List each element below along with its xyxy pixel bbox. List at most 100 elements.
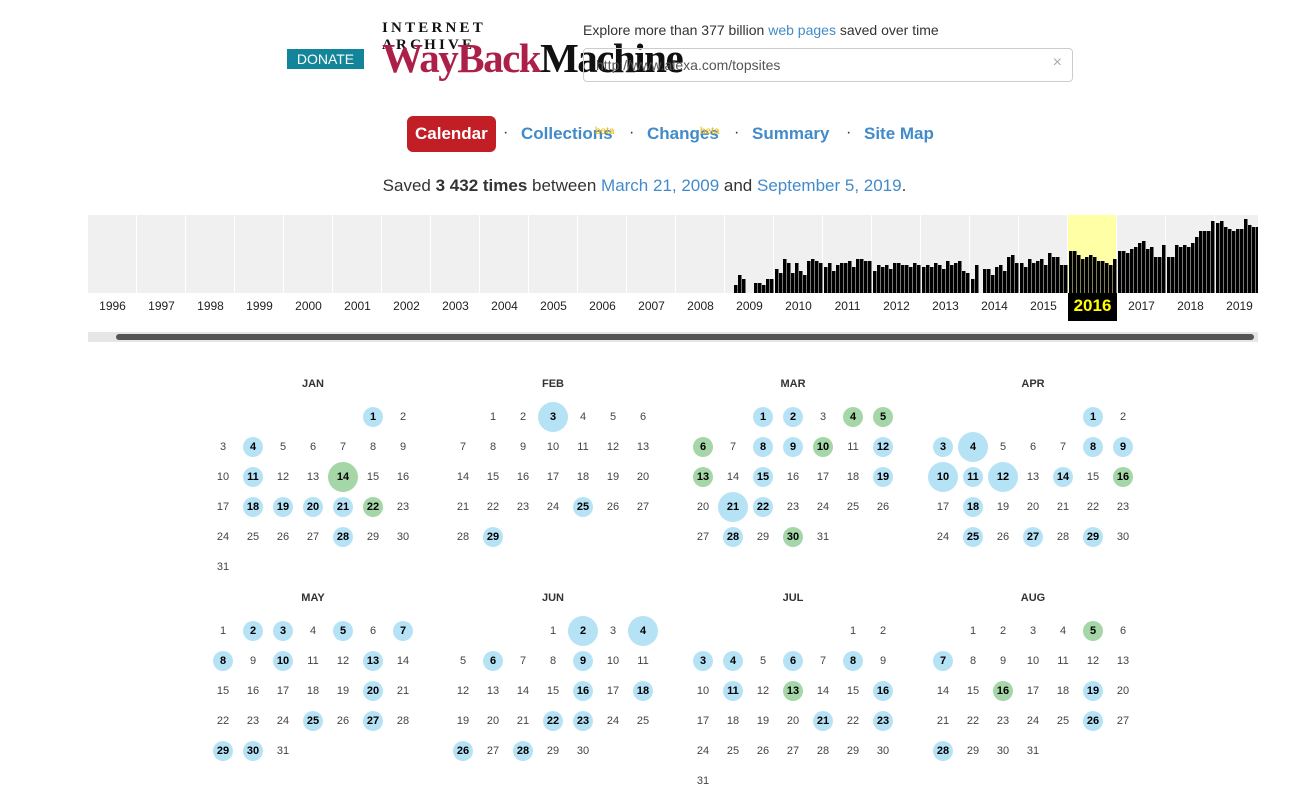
calendar-day[interactable]: 20: [298, 492, 328, 522]
calendar-day[interactable]: 27: [1018, 522, 1048, 552]
calendar-day[interactable]: 26: [1078, 706, 1108, 736]
calendar-day[interactable]: 21: [718, 492, 748, 522]
calendar-day[interactable]: 29: [208, 736, 238, 766]
year-label-2007[interactable]: 2007: [627, 293, 676, 321]
calendar-day[interactable]: 3: [928, 432, 958, 462]
year-label-1997[interactable]: 1997: [137, 293, 186, 321]
calendar-day[interactable]: 14: [1048, 462, 1078, 492]
year-label-2013[interactable]: 2013: [921, 293, 970, 321]
clear-icon[interactable]: ×: [1053, 54, 1062, 72]
calendar-day[interactable]: 23: [568, 706, 598, 736]
calendar-day[interactable]: 2: [778, 402, 808, 432]
year-column-1996[interactable]: [88, 215, 136, 293]
calendar-day[interactable]: 13: [688, 462, 718, 492]
calendar-day[interactable]: 22: [748, 492, 778, 522]
calendar-day[interactable]: 1: [358, 402, 388, 432]
calendar-day[interactable]: 18: [628, 676, 658, 706]
calendar-day[interactable]: 25: [958, 522, 988, 552]
calendar-day[interactable]: 5: [328, 616, 358, 646]
calendar-day[interactable]: 28: [328, 522, 358, 552]
tab-changes[interactable]: Changes beta: [647, 116, 719, 152]
calendar-day[interactable]: 9: [1108, 432, 1138, 462]
calendar-day[interactable]: 25: [298, 706, 328, 736]
calendar-day[interactable]: 3: [268, 616, 298, 646]
calendar-day[interactable]: 3: [538, 402, 568, 432]
calendar-day[interactable]: 10: [808, 432, 838, 462]
calendar-day[interactable]: 28: [718, 522, 748, 552]
year-label-2015[interactable]: 2015: [1019, 293, 1068, 321]
calendar-day[interactable]: 28: [928, 736, 958, 766]
wayback-logo[interactable]: INTERNET ARCHIVE WayBackMachine: [382, 20, 684, 88]
year-label-2012[interactable]: 2012: [872, 293, 921, 321]
calendar-day[interactable]: 2: [568, 616, 598, 646]
calendar-day[interactable]: 5: [1078, 616, 1108, 646]
year-label-2005[interactable]: 2005: [529, 293, 578, 321]
calendar-day[interactable]: 28: [508, 736, 538, 766]
calendar-day[interactable]: 29: [478, 522, 508, 552]
year-column-2002[interactable]: [382, 215, 430, 293]
year-label-2011[interactable]: 2011: [823, 293, 872, 321]
calendar-day[interactable]: 18: [958, 492, 988, 522]
year-column-2008[interactable]: [676, 215, 724, 293]
year-label-2001[interactable]: 2001: [333, 293, 382, 321]
calendar-day[interactable]: 19: [868, 462, 898, 492]
year-label-1996[interactable]: 1996: [88, 293, 137, 321]
year-column-1998[interactable]: [186, 215, 234, 293]
capture-sparkline[interactable]: [88, 215, 1258, 293]
calendar-day[interactable]: 8: [838, 646, 868, 676]
calendar-day[interactable]: 12: [868, 432, 898, 462]
calendar-day[interactable]: 16: [868, 676, 898, 706]
calendar-day[interactable]: 8: [1078, 432, 1108, 462]
year-column-1997[interactable]: [137, 215, 185, 293]
year-label-2018[interactable]: 2018: [1166, 293, 1215, 321]
calendar-day[interactable]: 25: [568, 492, 598, 522]
calendar-day[interactable]: 13: [778, 676, 808, 706]
year-column-2005[interactable]: [529, 215, 577, 293]
calendar-day[interactable]: 29: [1078, 522, 1108, 552]
calendar-day[interactable]: 7: [928, 646, 958, 676]
calendar-day[interactable]: 23: [868, 706, 898, 736]
calendar-day[interactable]: 8: [748, 432, 778, 462]
calendar-day[interactable]: 13: [358, 646, 388, 676]
year-label-2010[interactable]: 2010: [774, 293, 823, 321]
calendar-day[interactable]: 10: [268, 646, 298, 676]
calendar-day[interactable]: 12: [988, 462, 1018, 492]
calendar-day[interactable]: 8: [208, 646, 238, 676]
calendar-day[interactable]: 11: [958, 462, 988, 492]
last-capture-link[interactable]: September 5, 2019: [757, 176, 902, 195]
web-pages-link[interactable]: web pages: [768, 22, 836, 38]
donate-button[interactable]: DONATE: [287, 49, 364, 69]
year-label-2000[interactable]: 2000: [284, 293, 333, 321]
year-column-2009[interactable]: [725, 215, 773, 293]
calendar-day[interactable]: 22: [358, 492, 388, 522]
tab-collections[interactable]: Collections beta: [521, 116, 614, 152]
calendar-day[interactable]: 1: [1078, 402, 1108, 432]
year-label-2003[interactable]: 2003: [431, 293, 480, 321]
year-column-2007[interactable]: [627, 215, 675, 293]
year-label-2014[interactable]: 2014: [970, 293, 1019, 321]
year-label-2009[interactable]: 2009: [725, 293, 774, 321]
year-column-2006[interactable]: [578, 215, 626, 293]
calendar-day[interactable]: 4: [238, 432, 268, 462]
calendar-day[interactable]: 6: [478, 646, 508, 676]
calendar-day[interactable]: 11: [718, 676, 748, 706]
year-label-2017[interactable]: 2017: [1117, 293, 1166, 321]
calendar-day[interactable]: 3: [688, 646, 718, 676]
calendar-day[interactable]: 5: [868, 402, 898, 432]
calendar-day[interactable]: 30: [238, 736, 268, 766]
calendar-day[interactable]: 2: [238, 616, 268, 646]
calendar-day[interactable]: 4: [958, 432, 988, 462]
calendar-day[interactable]: 16: [568, 676, 598, 706]
year-label-2016[interactable]: 2016: [1068, 293, 1117, 321]
year-column-2004[interactable]: [480, 215, 528, 293]
calendar-day[interactable]: 6: [778, 646, 808, 676]
calendar-day[interactable]: 9: [568, 646, 598, 676]
scrollbar-thumb[interactable]: [116, 334, 1254, 340]
calendar-day[interactable]: 10: [928, 462, 958, 492]
tab-calendar[interactable]: Calendar: [407, 116, 496, 152]
timeline-scrollbar[interactable]: [88, 332, 1258, 342]
calendar-day[interactable]: 14: [328, 462, 358, 492]
calendar-day[interactable]: 1: [748, 402, 778, 432]
year-column-2003[interactable]: [431, 215, 479, 293]
tab-site-map[interactable]: Site Map: [864, 116, 934, 152]
